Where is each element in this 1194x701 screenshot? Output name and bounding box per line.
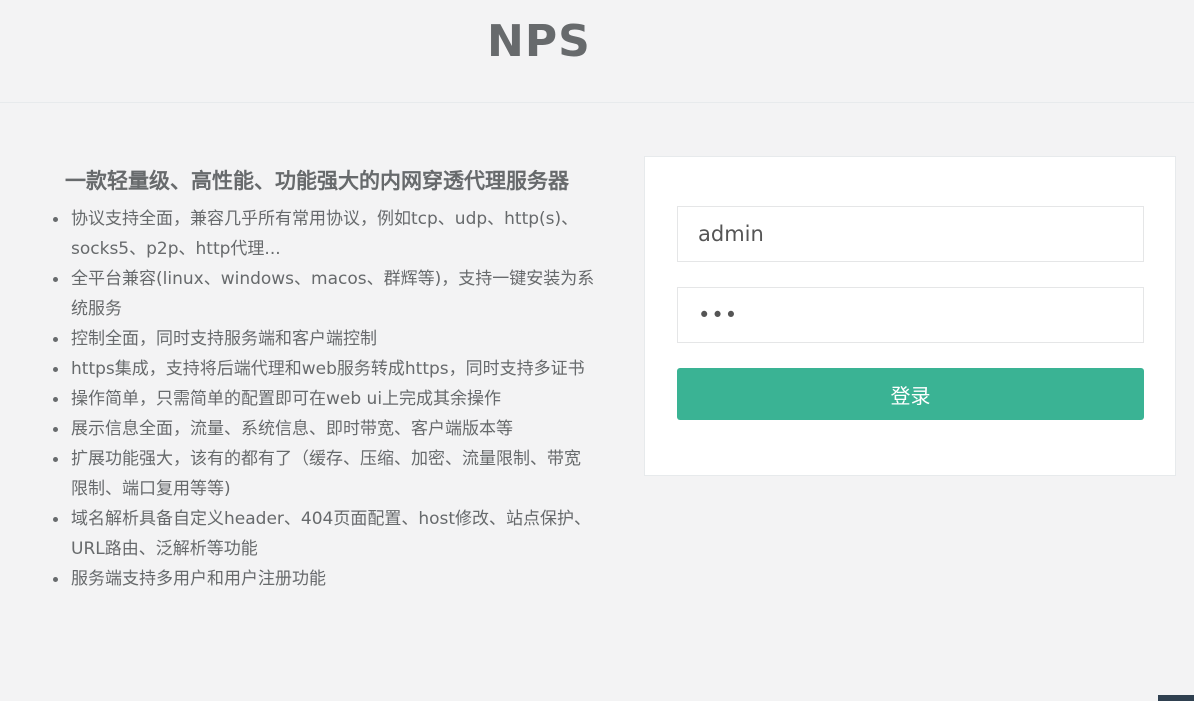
username-input[interactable] [677, 206, 1144, 262]
intro-section: 一款轻量级、高性能、功能强大的内网穿透代理服务器 协议支持全面，兼容几乎所有常用… [47, 166, 607, 594]
feature-item: 操作简单，只需简单的配置即可在web ui上完成其余操作 [53, 384, 596, 414]
feature-item: 扩展功能强大，该有的都有了（缓存、压缩、加密、流量限制、带宽限制、端口复用等等) [53, 444, 596, 504]
password-input[interactable] [677, 287, 1144, 343]
app-logo: NPS [487, 16, 591, 67]
feature-item: 域名解析具备自定义header、404页面配置、host修改、站点保护、URL路… [53, 504, 596, 564]
feature-list: 协议支持全面，兼容几乎所有常用协议，例如tcp、udp、http(s)、sock… [47, 204, 607, 594]
feature-item: https集成，支持将后端代理和web服务转成https，同时支持多证书 [53, 354, 596, 384]
corner-widget[interactable] [1158, 695, 1194, 701]
feature-item: 全平台兼容(linux、windows、macos、群辉等)，支持一键安装为系统… [53, 264, 596, 324]
page-header: NPS [0, 0, 1194, 103]
feature-item: 控制全面，同时支持服务端和客户端控制 [53, 324, 596, 354]
feature-item: 服务端支持多用户和用户注册功能 [53, 564, 596, 594]
login-button[interactable]: 登录 [677, 368, 1144, 420]
feature-item: 展示信息全面，流量、系统信息、即时带宽、客户端版本等 [53, 414, 596, 444]
feature-item: 协议支持全面，兼容几乎所有常用协议，例如tcp、udp、http(s)、sock… [53, 204, 596, 264]
intro-title: 一款轻量级、高性能、功能强大的内网穿透代理服务器 [65, 169, 569, 193]
login-panel: 登录 [644, 156, 1176, 476]
